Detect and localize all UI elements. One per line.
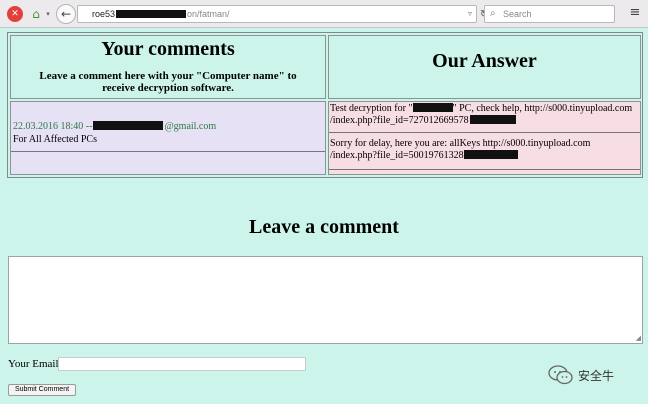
redaction-bar bbox=[93, 121, 164, 130]
answer-cell: Test decryption for " " PC, check help, h… bbox=[328, 101, 641, 175]
back-button[interactable]: ← bbox=[56, 4, 76, 24]
stop-icon[interactable]: ✕ bbox=[7, 6, 23, 22]
comment-email-domain: @gmail.com bbox=[164, 121, 217, 132]
url-suffix: on/fatman/ bbox=[187, 9, 230, 19]
divider bbox=[11, 151, 325, 152]
answer-text: Test decryption for " bbox=[330, 103, 413, 114]
answer-text: Sorry for delay, here you are: allKeys h… bbox=[330, 138, 591, 161]
watermark: 安全牛 bbox=[548, 364, 614, 386]
url-dropdown-icon[interactable]: ▿ bbox=[468, 9, 472, 18]
resize-grip-icon[interactable]: ◢ bbox=[636, 334, 641, 342]
comments-table: Your comments Leave a comment here with … bbox=[7, 32, 643, 178]
url-prefix: roe53 bbox=[92, 9, 116, 19]
comment-textarea[interactable]: ◢ bbox=[8, 256, 643, 344]
wechat-logo-icon bbox=[548, 365, 573, 385]
comment-text: For All Affected PCs bbox=[13, 134, 97, 145]
comment-meta: 22.03.2016 18:40 -- @gmail.com bbox=[13, 121, 216, 132]
answer-item: Test decryption for " " PC, check help, h… bbox=[330, 103, 638, 127]
redaction-bar bbox=[463, 150, 518, 159]
watermark-text: 安全牛 bbox=[578, 368, 615, 383]
chevron-down-icon[interactable]: ▾ bbox=[44, 6, 52, 22]
comment-cell: 22.03.2016 18:40 -- @gmail.com For All Af… bbox=[10, 101, 326, 175]
redaction-bar bbox=[116, 10, 187, 18]
leave-comment-heading: Leave a comment bbox=[249, 216, 399, 238]
comment-instruction: Leave a comment here with your "Computer… bbox=[39, 70, 297, 94]
your-comments-header-cell: Your comments Leave a comment here with … bbox=[10, 35, 326, 99]
browser-toolbar: ✕ ⌂ ▾ ← roe53on/fatman/ ▿ ↻ ⌕ Search ≡ bbox=[0, 0, 648, 28]
redaction-bar bbox=[469, 115, 516, 124]
address-bar[interactable]: roe53on/fatman/ ▿ ↻ bbox=[77, 5, 488, 23]
search-placeholder: Search bbox=[503, 9, 532, 19]
divider bbox=[329, 132, 640, 133]
search-icon: ⌕ bbox=[490, 8, 496, 19]
your-comments-heading: Your comments bbox=[101, 38, 235, 60]
hamburger-menu-icon[interactable]: ≡ bbox=[628, 6, 642, 20]
redaction-bar bbox=[412, 103, 453, 112]
search-box[interactable]: ⌕ Search bbox=[484, 5, 615, 23]
submit-comment-button[interactable]: Submit Comment bbox=[8, 384, 76, 396]
home-icon[interactable]: ⌂ bbox=[29, 6, 43, 22]
our-answer-heading: Our Answer bbox=[432, 50, 537, 72]
comment-date: 22.03.2016 18:40 -- bbox=[13, 121, 93, 132]
divider bbox=[329, 169, 640, 170]
email-field[interactable] bbox=[58, 357, 306, 371]
our-answer-header-cell: Our Answer bbox=[328, 35, 641, 99]
url-text: roe53 on/fatman/ bbox=[92, 9, 230, 19]
back-arrow-icon: ← bbox=[60, 7, 72, 21]
answer-item: Sorry for delay, here you are: allKeys h… bbox=[330, 138, 638, 162]
email-label: Your Email: bbox=[8, 358, 62, 370]
